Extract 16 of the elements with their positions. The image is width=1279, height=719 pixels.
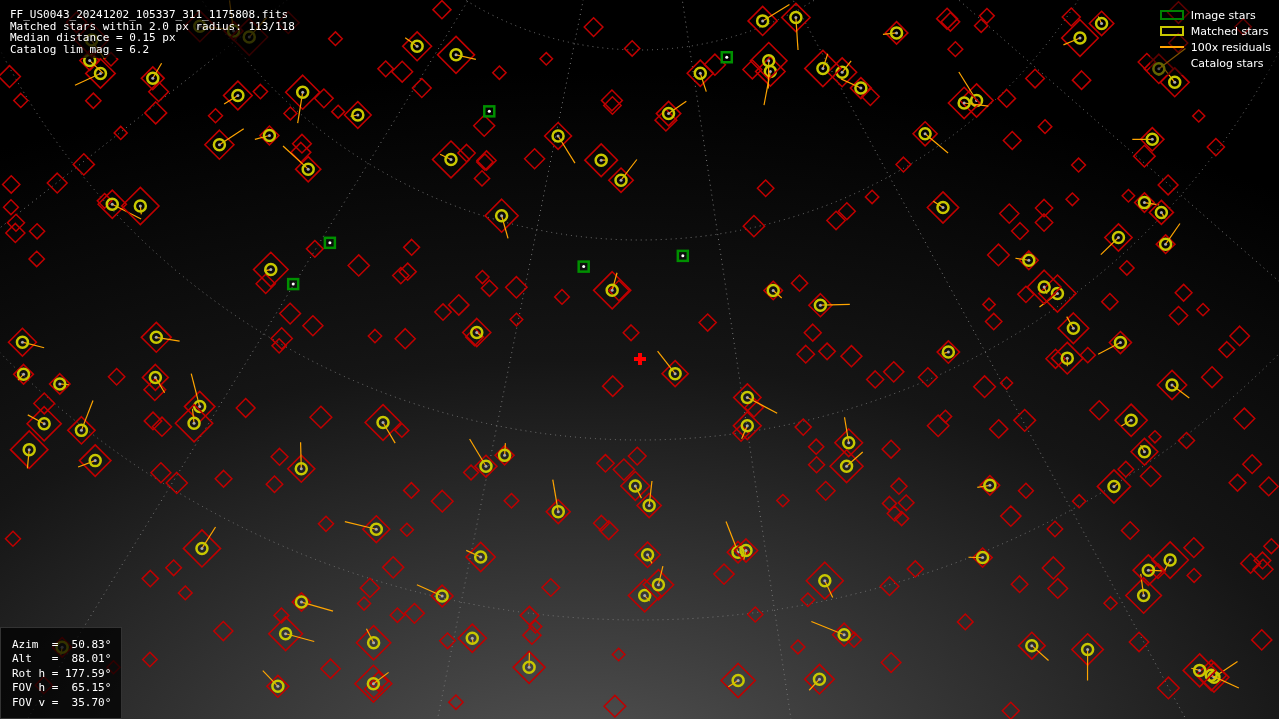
pointing-text: Alt = 88.01° (12, 652, 112, 667)
legend-label: Image stars (1190, 8, 1256, 22)
legend-label: 100x residuals (1190, 40, 1271, 54)
info-text: Median distance = 0.15 px (10, 32, 176, 44)
info-text: Catalog lim mag = 6.2 (10, 43, 151, 55)
info-text: FF_US0043_20241202_105337_311_1175808.fits (10, 9, 290, 21)
pointing-text: Rot h = 177.59° (12, 666, 112, 682)
legend-box-icon (1159, 10, 1184, 20)
pointing-text: FOV v = 35.70° (12, 695, 112, 710)
info-text: Matched stars within 2.0 px radius: 113/118 (10, 20, 296, 32)
legend-line-icon (1159, 46, 1184, 48)
legend-box-icon (1159, 26, 1184, 36)
legend-label: Catalog stars (1190, 56, 1264, 70)
pointing-text: Azim = 50.83° (12, 637, 112, 653)
legend-label: Matched stars (1190, 24, 1269, 38)
pointing-text: FOV h = 65.15° (12, 681, 112, 696)
